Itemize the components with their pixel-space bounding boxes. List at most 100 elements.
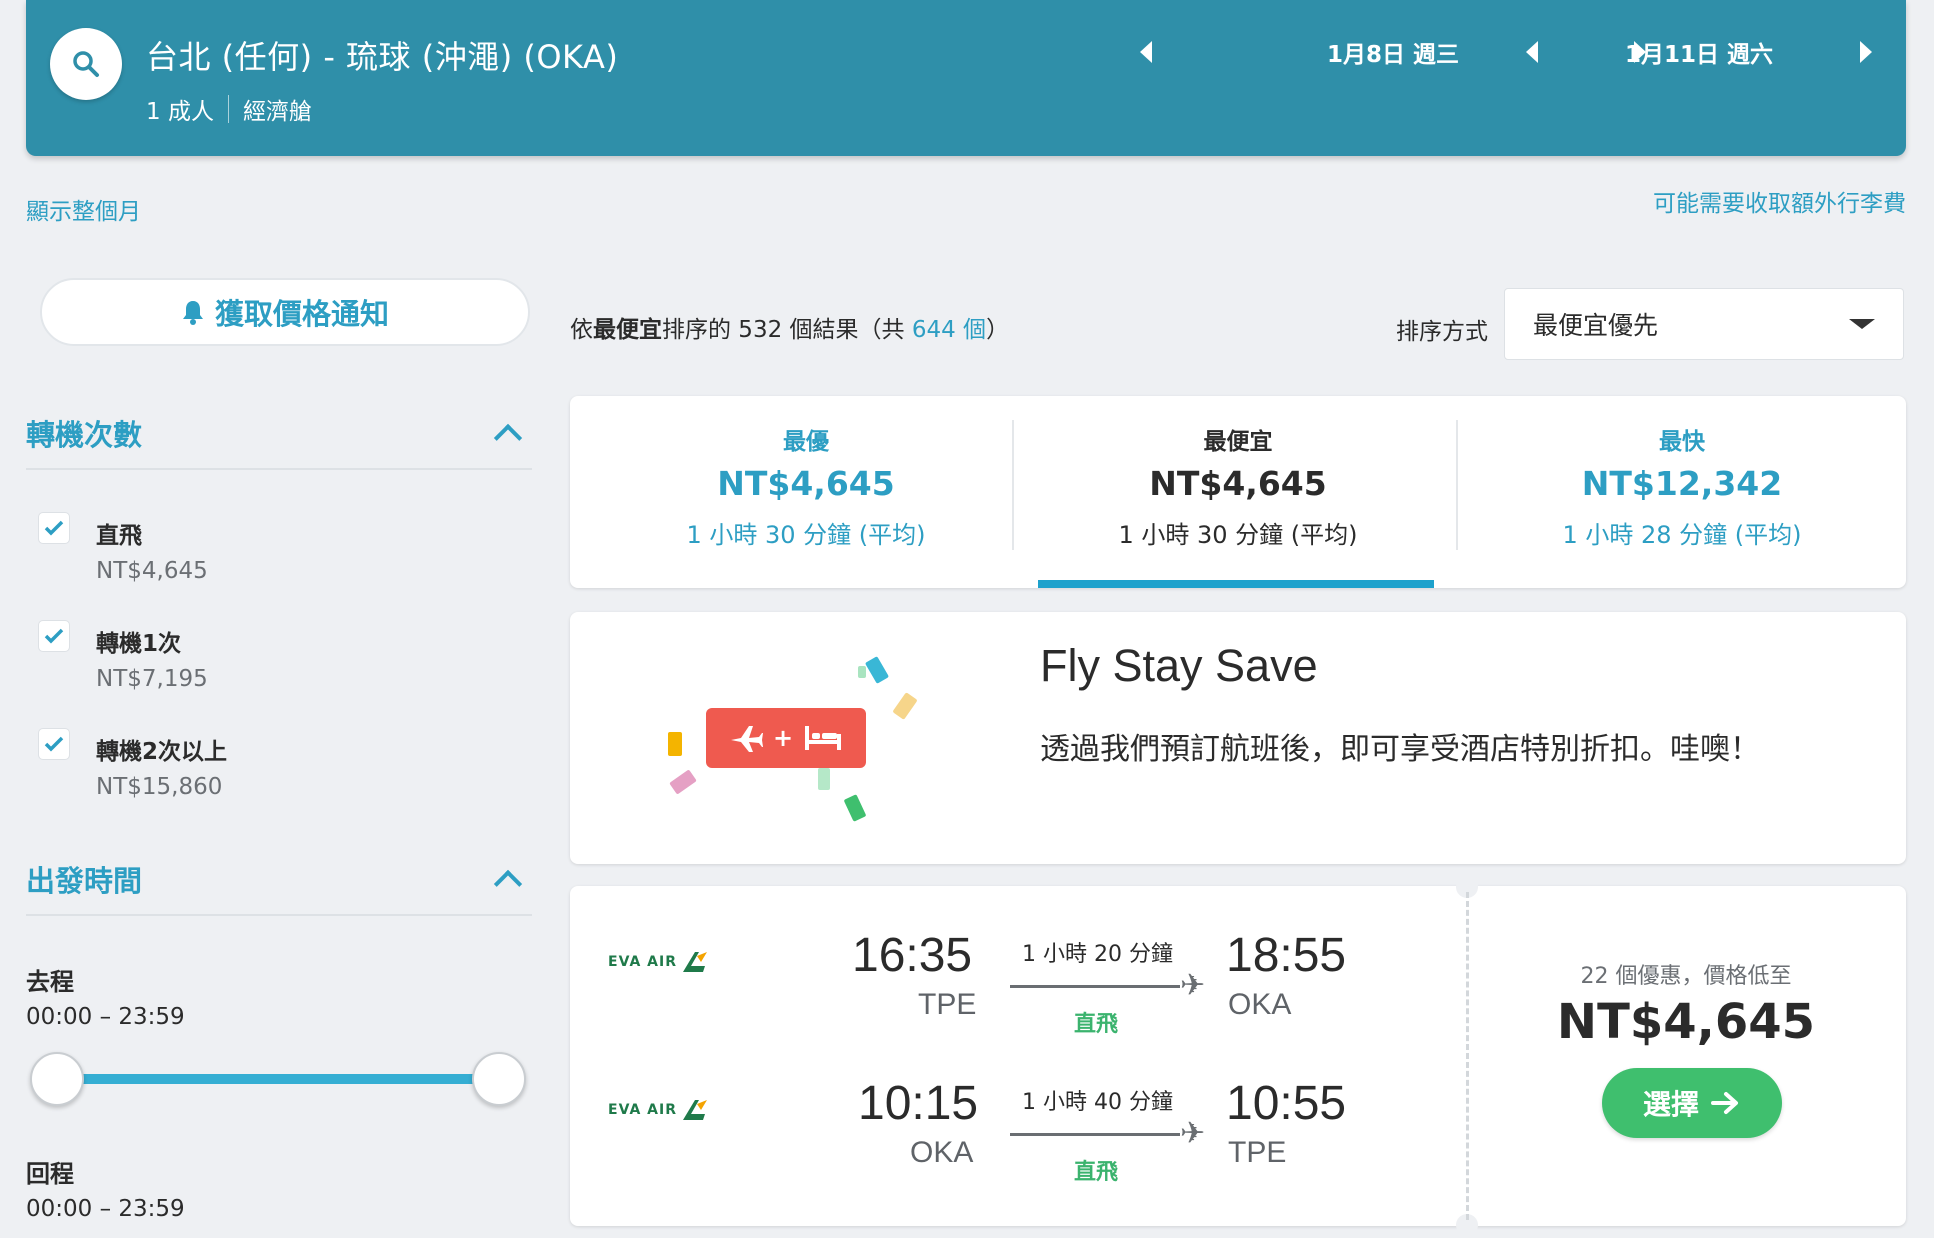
return-time-range: 00:00 – 23:59 (26, 1196, 185, 1222)
leg-duration: 1 小時 40 分鐘 (1022, 1090, 1173, 1115)
outbound-label: 去程 (26, 968, 74, 996)
select-button[interactable]: 選擇 (1602, 1068, 1782, 1138)
divider (26, 468, 532, 470)
select-label: 選擇 (1642, 1088, 1699, 1121)
tab-duration: 1 小時 28 分鐘 (平均) (1562, 521, 1802, 549)
sort-dropdown[interactable]: 最便宜優先 (1504, 288, 1904, 360)
arrival-airport: TPE (1228, 1136, 1287, 1169)
plane-icon: ✈ (1180, 968, 1206, 1003)
deals-count[interactable]: 22 個優惠，價格低至 (1466, 958, 1906, 990)
stops-option-direct[interactable] (38, 512, 70, 544)
tab-title: 最快 (1659, 429, 1705, 455)
stops-option-one-stop[interactable] (38, 620, 70, 652)
eva-air-logo-icon (682, 1100, 707, 1120)
promo-title: Fly Stay Save (1040, 640, 1318, 691)
baggage-fee-link[interactable]: 可能需要收取額外行李費 (1653, 184, 1906, 218)
tab-fastest[interactable]: 最快 NT$12,342 1 小時 28 分鐘 (平均) (1460, 396, 1904, 588)
results-suffix: ） (986, 317, 1010, 343)
tab-price: NT$4,645 (1149, 464, 1327, 503)
return-date[interactable]: 1月11日 週六 (1538, 35, 1860, 69)
stops-section-title[interactable]: 轉機次數 (26, 412, 142, 454)
sort-tabs-card: 最優 NT$4,645 1 小時 30 分鐘 (平均) 最便宜 NT$4,645… (570, 396, 1906, 588)
stops-option-label: 直飛 (96, 523, 142, 549)
checkbox-checked[interactable] (38, 620, 70, 652)
divider (26, 914, 532, 916)
stops-label: 直飛 (1074, 1012, 1119, 1037)
tab-title: 最便宜 (1203, 429, 1273, 455)
results-total-link[interactable]: 644 個 (912, 317, 986, 343)
passengers-label: 1 成人 (146, 99, 214, 125)
confetti-decoration (668, 732, 682, 756)
time-slider-handle-end[interactable] (472, 1052, 526, 1106)
outbound-time-range: 00:00 – 23:59 (26, 1004, 185, 1030)
stops-option-price: NT$15,860 (96, 774, 223, 800)
results-count: 排序的 532 個結果（共 (662, 317, 912, 343)
price-alert-button[interactable]: 獲取價格通知 (40, 278, 530, 346)
airline-name: EVA AIR (608, 954, 677, 970)
tab-cheapest[interactable]: 最便宜 NT$4,645 1 小時 30 分鐘 (平均) (1016, 396, 1460, 588)
departure-airport: TPE (918, 988, 977, 1021)
tab-duration: 1 小時 30 分鐘 (平均) (1118, 521, 1358, 549)
departure-time: 16:35 (852, 929, 973, 982)
stops-option-two-plus[interactable] (38, 728, 70, 760)
prev-day-icon[interactable] (1526, 41, 1538, 63)
check-icon (44, 736, 64, 752)
search-icon (73, 51, 99, 77)
return-date-control: 1月11日 週六 (1526, 32, 1872, 72)
promo-text: 透過我們預訂航班後，即可享受酒店特別折扣。哇噢！ (1040, 732, 1760, 767)
show-month-link[interactable]: 顯示整個月 (26, 192, 141, 226)
bell-icon (182, 301, 203, 325)
airline-logo: EVA AIR (608, 1098, 707, 1122)
results-summary: 依最便宜排序的 532 個結果（共 644 個） (570, 310, 1009, 344)
confetti-decoration (818, 768, 830, 790)
arrow-right-icon (1711, 1092, 1738, 1114)
flight-hotel-badge: + (706, 708, 866, 768)
price-alert-label: 獲取價格通知 (214, 297, 389, 331)
stops-option-price: NT$7,195 (96, 666, 208, 692)
tab-price: NT$12,342 (1581, 464, 1783, 503)
sort-value: 最便宜優先 (1533, 311, 1659, 340)
ticket-divider (1466, 892, 1469, 1220)
time-slider-handle-start[interactable] (30, 1052, 84, 1106)
return-label: 回程 (26, 1160, 74, 1188)
flight-price: NT$4,645 (1556, 994, 1816, 1050)
check-icon (44, 628, 64, 644)
arrival-airport: OKA (1228, 988, 1292, 1021)
divider (1456, 420, 1458, 550)
prev-day-icon[interactable] (1140, 41, 1152, 63)
eva-air-logo-icon (682, 952, 707, 972)
divider (227, 95, 229, 123)
arrival-time: 10:55 (1226, 1077, 1347, 1130)
bed-icon (805, 726, 842, 750)
collapse-chevron-up-icon[interactable] (493, 869, 523, 899)
check-icon (44, 520, 64, 536)
plus-sign: + (772, 724, 794, 752)
cabin-label: 經濟艙 (242, 99, 312, 125)
sort-label: 排序方式 (1396, 319, 1488, 345)
departure-airport: OKA (910, 1136, 974, 1169)
airline-logo: EVA AIR (608, 950, 707, 974)
leg-duration: 1 小時 20 分鐘 (1022, 942, 1173, 967)
search-summary[interactable]: 1 成人 經濟艙 (146, 92, 312, 126)
search-button[interactable] (50, 28, 122, 100)
route-line (1010, 985, 1180, 988)
tab-title: 最優 (783, 429, 829, 455)
checkbox-checked[interactable] (38, 728, 70, 760)
route-line (1010, 1133, 1180, 1136)
active-tab-indicator (1038, 580, 1434, 588)
route-title[interactable]: 台北 (任何) - 琉球 (沖澠) (OKA) (146, 32, 618, 78)
stops-label: 直飛 (1074, 1160, 1119, 1185)
departure-time-section-title[interactable]: 出發時間 (26, 858, 142, 900)
plane-icon (730, 726, 763, 752)
stops-option-label: 轉機2次以上 (96, 739, 228, 765)
collapse-chevron-up-icon[interactable] (493, 423, 523, 453)
departure-time: 10:15 (858, 1077, 979, 1130)
confetti-decoration (858, 666, 866, 678)
next-day-icon[interactable] (1860, 41, 1872, 63)
divider (1012, 420, 1014, 550)
tab-duration: 1 小時 30 分鐘 (平均) (686, 521, 926, 549)
time-slider-track[interactable] (56, 1074, 498, 1084)
checkbox-checked[interactable] (38, 512, 70, 544)
stops-option-price: NT$4,645 (96, 558, 208, 584)
tab-best[interactable]: 最優 NT$4,645 1 小時 30 分鐘 (平均) (584, 396, 1028, 588)
